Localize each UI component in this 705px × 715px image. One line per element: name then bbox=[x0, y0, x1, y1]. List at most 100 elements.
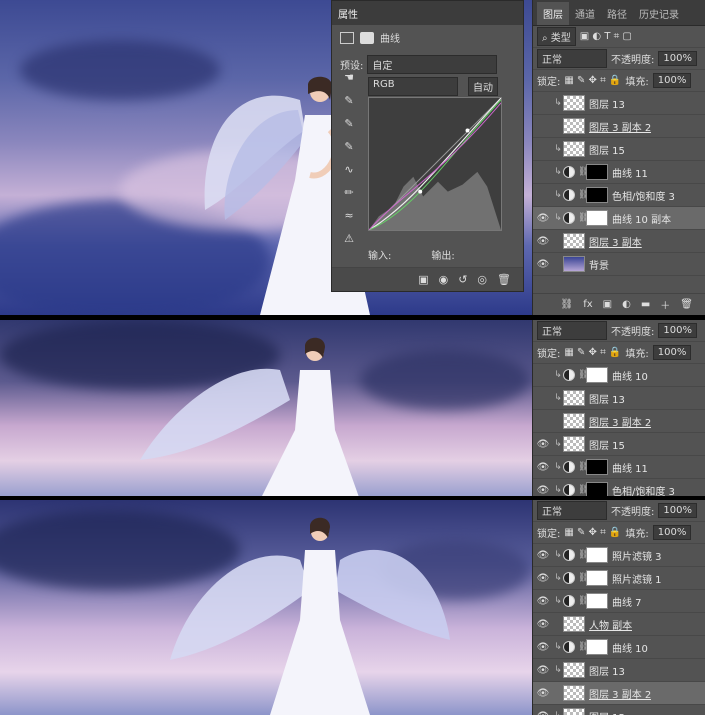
new-group-icon[interactable]: ▬ bbox=[641, 299, 650, 310]
layer-name[interactable]: 背景 bbox=[589, 257, 609, 272]
opacity-input[interactable]: 100% bbox=[658, 51, 697, 66]
fill-input[interactable]: 100% bbox=[652, 73, 692, 88]
new-adjustment-icon[interactable]: ◐ bbox=[622, 299, 631, 310]
layer-name[interactable]: 图层 13 bbox=[589, 391, 625, 406]
tab-channels[interactable]: 通道 bbox=[569, 2, 601, 25]
layer-name[interactable]: 色相/饱和度 3 bbox=[612, 188, 675, 203]
layer-thumbnail[interactable] bbox=[586, 639, 608, 655]
layer-thumbnail[interactable] bbox=[563, 436, 585, 452]
link-icon[interactable]: ⛓ bbox=[561, 299, 574, 310]
view-previous-icon[interactable]: ◉ bbox=[439, 273, 449, 286]
trash-icon[interactable]: 🗑 bbox=[680, 299, 693, 310]
opacity-input[interactable]: 100% bbox=[658, 323, 697, 338]
visibility-eye-icon[interactable]: 👁 bbox=[533, 370, 553, 381]
layer-row[interactable]: 👁↳ 图层 15 bbox=[533, 705, 705, 715]
fill-input[interactable]: 100% bbox=[652, 345, 692, 360]
fill-input[interactable]: 100% bbox=[652, 525, 692, 540]
layer-name[interactable]: 曲线 10 副本 bbox=[612, 211, 671, 226]
layer-thumbnail[interactable] bbox=[586, 570, 608, 586]
layer-thumbnail[interactable] bbox=[586, 593, 608, 609]
layer-thumbnail[interactable] bbox=[563, 95, 585, 111]
layer-row[interactable]: 👁 ↳ ⛓ 曲线 7 bbox=[533, 590, 705, 613]
layer-row[interactable]: 👁 ↳ ⛓ 曲线 10 副本 bbox=[533, 207, 705, 230]
mask-link-icon[interactable]: ⛓ bbox=[578, 167, 589, 177]
layer-name[interactable]: 图层 15 bbox=[589, 437, 625, 452]
layer-name[interactable]: 图层 3 副本 2 bbox=[589, 119, 651, 134]
visibility-eye-icon[interactable]: 👁 bbox=[533, 665, 553, 676]
layer-thumbnail[interactable] bbox=[563, 685, 585, 701]
auto-button[interactable]: 自动 bbox=[468, 77, 498, 96]
layer-name[interactable]: 曲线 10 bbox=[612, 368, 648, 383]
mask-link-icon[interactable]: ⛓ bbox=[578, 573, 589, 583]
reset-icon[interactable]: ↺ bbox=[458, 273, 467, 286]
new-layer-icon[interactable]: ＋ bbox=[660, 297, 670, 312]
layer-name[interactable]: 图层 15 bbox=[589, 709, 625, 715]
layer-thumbnail[interactable] bbox=[586, 164, 608, 180]
layer-row[interactable]: 👁↳ ⛓ 色相/饱和度 3 bbox=[533, 479, 705, 496]
layer-row[interactable]: 👁↳ 图层 15 bbox=[533, 433, 705, 456]
filter-kind-select[interactable]: ⌕ 类型 bbox=[537, 27, 576, 46]
visibility-eye-icon[interactable]: 👁 bbox=[533, 573, 553, 584]
layer-thumbnail[interactable] bbox=[563, 141, 585, 157]
visibility-eye-icon[interactable]: 👁 bbox=[533, 236, 553, 247]
layer-thumbnail[interactable] bbox=[563, 118, 585, 134]
layer-row[interactable]: 👁↳ ⛓ 曲线 11 bbox=[533, 456, 705, 479]
layer-name[interactable]: 图层 3 副本 2 bbox=[589, 414, 651, 429]
tab-paths[interactable]: 路径 bbox=[601, 2, 633, 25]
visibility-eye-icon[interactable]: 👁 bbox=[533, 619, 553, 630]
tab-history[interactable]: 历史记录 bbox=[633, 2, 685, 25]
channel-select[interactable]: RGB bbox=[368, 77, 458, 96]
layer-row[interactable]: 👁 ↳ ⛓ 照片滤镜 3 bbox=[533, 544, 705, 567]
white-point-eyedropper-icon[interactable]: ✎ bbox=[344, 140, 353, 153]
layer-thumbnail[interactable] bbox=[563, 616, 585, 632]
layer-row[interactable]: 👁↳ ⛓ 曲线 10 bbox=[533, 364, 705, 387]
visibility-eye-icon[interactable]: 👁 bbox=[533, 393, 553, 404]
edit-points-icon[interactable]: ∿ bbox=[344, 163, 353, 176]
layer-name[interactable]: 图层 3 副本 2 bbox=[589, 686, 651, 701]
mask-link-icon[interactable]: ⛓ bbox=[578, 213, 589, 223]
visibility-eye-icon[interactable]: 👁 bbox=[533, 144, 553, 155]
layer-row[interactable]: 👁 背景 bbox=[533, 253, 705, 276]
fx-icon[interactable]: fx bbox=[583, 299, 592, 310]
pencil-icon[interactable]: ✏ bbox=[344, 186, 353, 199]
layer-row[interactable]: 👁↳ 图层 13 bbox=[533, 387, 705, 410]
visibility-icon[interactable]: ◎ bbox=[477, 273, 487, 286]
visibility-eye-icon[interactable]: 👁 bbox=[533, 121, 553, 132]
layer-name[interactable]: 曲线 10 bbox=[612, 640, 648, 655]
visibility-eye-icon[interactable]: 👁 bbox=[533, 485, 553, 496]
layer-name[interactable]: 图层 13 bbox=[589, 96, 625, 111]
visibility-eye-icon[interactable]: 👁 bbox=[533, 462, 553, 473]
layer-row[interactable]: 👁↳ 图层 15 bbox=[533, 138, 705, 161]
layer-row[interactable]: 👁 ↳ ⛓ 照片滤镜 1 bbox=[533, 567, 705, 590]
blend-mode-select[interactable]: 正常 bbox=[537, 49, 607, 68]
tab-layers[interactable]: 图层 bbox=[537, 2, 569, 25]
visibility-eye-icon[interactable]: 👁 bbox=[533, 259, 553, 270]
layer-name[interactable]: 照片滤镜 3 bbox=[612, 548, 662, 563]
visibility-eye-icon[interactable]: 👁 bbox=[533, 596, 553, 607]
layer-name[interactable]: 照片滤镜 1 bbox=[612, 571, 662, 586]
delete-icon[interactable]: 🗑 bbox=[497, 273, 511, 286]
layer-row[interactable]: 👁↳ 图层 13 bbox=[533, 659, 705, 682]
layer-name[interactable]: 曲线 7 bbox=[612, 594, 642, 609]
layer-name[interactable]: 图层 3 副本 bbox=[589, 234, 642, 249]
mask-icon[interactable] bbox=[360, 31, 374, 44]
layer-name[interactable]: 图层 13 bbox=[589, 663, 625, 678]
blend-mode-select[interactable]: 正常 bbox=[537, 501, 607, 520]
layer-row[interactable]: 👁↳ ⛓ 色相/饱和度 3 bbox=[533, 184, 705, 207]
visibility-eye-icon[interactable]: 👁 bbox=[533, 439, 553, 450]
layer-thumbnail[interactable] bbox=[563, 256, 585, 272]
visibility-eye-icon[interactable]: 👁 bbox=[533, 711, 553, 715]
mask-link-icon[interactable]: ⛓ bbox=[578, 642, 589, 652]
lock-icons[interactable]: ▦ ✎ ✥ ⌗ 🔒 bbox=[564, 347, 621, 358]
mask-link-icon[interactable]: ⛓ bbox=[578, 485, 589, 495]
layer-row[interactable]: 👁 图层 3 副本 bbox=[533, 230, 705, 253]
lock-icons[interactable]: ▦ ✎ ✥ ⌗ 🔒 bbox=[564, 527, 621, 538]
visibility-eye-icon[interactable]: 👁 bbox=[533, 213, 553, 224]
smooth-icon[interactable]: ≈ bbox=[344, 209, 353, 222]
layer-name[interactable]: 图层 15 bbox=[589, 142, 625, 157]
layer-row[interactable]: 👁 图层 3 副本 2 bbox=[533, 115, 705, 138]
gray-point-eyedropper-icon[interactable]: ✎ bbox=[344, 117, 353, 130]
mask-link-icon[interactable]: ⛓ bbox=[578, 370, 589, 380]
blend-mode-select[interactable]: 正常 bbox=[537, 321, 607, 340]
layer-thumbnail[interactable] bbox=[563, 233, 585, 249]
